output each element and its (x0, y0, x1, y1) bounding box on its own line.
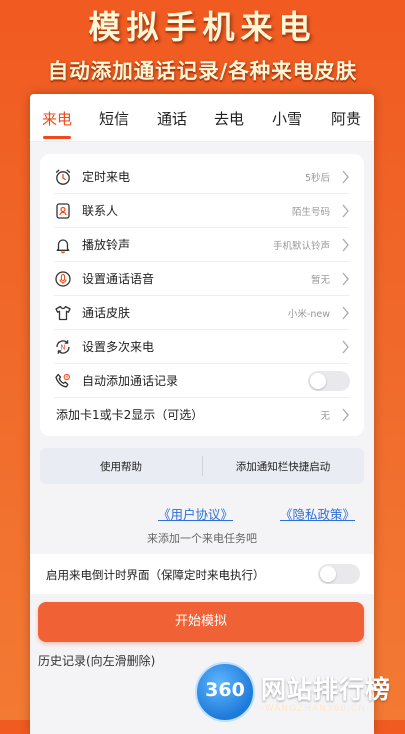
setting-label: 联系人 (82, 204, 119, 218)
setting-row-contact[interactable]: 联系人 陌生号码 (40, 194, 364, 228)
setting-row-voice[interactable]: 设置通话语音 暂无 (40, 262, 364, 296)
setting-value: 小米-new (287, 309, 330, 320)
chevron-right-icon (342, 204, 349, 218)
setting-label: 设置多次来电 (82, 340, 155, 354)
tab-bar: 来电 短信 通话 去电 小雪 阿贵 (30, 94, 374, 142)
countdown-setting-row: 启用来电倒计时界面（保障定时来电执行） (30, 554, 374, 594)
chevron-right-icon (342, 170, 349, 184)
tab-incoming-call[interactable]: 来电 (31, 108, 83, 129)
watermark-logo: 360 (195, 662, 255, 722)
setting-label: 添加卡1或卡2显示（可选） (56, 408, 204, 422)
setting-label: 通话皮肤 (82, 306, 131, 320)
auto-call-log-toggle[interactable] (308, 371, 350, 391)
setting-row-sim-display[interactable]: 添加卡1或卡2显示（可选） 无 (40, 398, 364, 432)
setting-label: 播放铃声 (82, 238, 131, 252)
countdown-toggle[interactable] (318, 564, 360, 584)
setting-row-skin[interactable]: 通话皮肤 小米-new (40, 296, 364, 330)
setting-label: 定时来电 (82, 170, 131, 184)
svg-text:N: N (60, 344, 65, 352)
setting-value: 无 (320, 411, 330, 422)
chevron-right-icon (342, 272, 349, 286)
chevron-right-icon (342, 408, 349, 422)
setting-row-ringtone[interactable]: 播放铃声 手机默认铃声 (40, 228, 364, 262)
chevron-right-icon (342, 306, 349, 320)
microphone-icon (55, 271, 71, 287)
setting-value: 手机默认铃声 (272, 241, 330, 252)
setting-value: 暂无 (310, 275, 330, 286)
tab-call[interactable]: 通话 (146, 108, 198, 129)
countdown-label: 启用来电倒计时界面（保障定时来电执行） (46, 568, 265, 582)
tab-xiaoxue[interactable]: 小雪 (261, 108, 313, 129)
tshirt-icon (55, 305, 71, 321)
watermark-logo-text: 360 (205, 679, 245, 701)
chevron-right-icon (342, 238, 349, 252)
action-bar: 使用帮助 添加通知栏快捷启动 (40, 448, 364, 484)
user-agreement-link[interactable]: 《用户协议》 (158, 504, 233, 523)
setting-label: 自动添加通话记录 (82, 374, 179, 388)
bell-icon (56, 239, 70, 254)
tab-outgoing-call[interactable]: 去电 (203, 108, 255, 129)
settings-card: 定时来电 5秒后 联系人 陌生号码 播放铃声 手机默认铃声 设置通话语音 暂无 … (40, 154, 364, 436)
history-label: 历史记录(向左滑删除) (38, 654, 156, 668)
chevron-right-icon (342, 340, 349, 354)
privacy-policy-link[interactable]: 《隐私政策》 (280, 504, 355, 523)
watermark-name: 网站排行榜 (261, 675, 392, 704)
repeat-icon: N (56, 340, 70, 354)
empty-task-hint: 来添加一个来电任务吧 (147, 532, 257, 545)
tab-sms[interactable]: 短信 (88, 108, 140, 129)
setting-label: 设置通话语音 (82, 272, 155, 286)
site-watermark: 360 网站排行榜 -WANGZHAN360.CN- (195, 662, 405, 722)
setting-row-auto-call-log: 自动添加通话记录 (40, 364, 364, 398)
promo-subtitle: 自动添加通话记录/各种来电皮肤 (47, 59, 358, 83)
help-button[interactable]: 使用帮助 (40, 459, 202, 474)
watermark-url: -WANGZHAN360.CN- (261, 704, 371, 714)
contact-icon (56, 203, 70, 219)
promo-title: 模拟手机来电 (88, 8, 317, 46)
toggle-knob (320, 566, 336, 582)
alarm-clock-icon (55, 169, 71, 185)
content-area: 定时来电 5秒后 联系人 陌生号码 播放铃声 手机默认铃声 设置通话语音 暂无 … (30, 142, 374, 734)
setting-value: 5秒后 (304, 173, 330, 184)
setting-value: 陌生号码 (291, 207, 330, 218)
start-simulation-button[interactable]: 开始模拟 (38, 602, 364, 642)
active-tab-indicator (43, 136, 71, 139)
toggle-knob (310, 373, 326, 389)
setting-row-scheduled-call[interactable]: 定时来电 5秒后 (40, 160, 364, 194)
tab-agui[interactable]: 阿贵 (320, 108, 372, 129)
app-screen: 来电 短信 通话 去电 小雪 阿贵 定时来电 5秒后 联系人 陌生号码 播放铃声… (30, 94, 374, 734)
setting-row-repeat-call[interactable]: N 设置多次来电 (40, 330, 364, 364)
phone-record-icon (55, 373, 70, 388)
add-notification-shortcut-button[interactable]: 添加通知栏快捷启动 (202, 459, 364, 474)
